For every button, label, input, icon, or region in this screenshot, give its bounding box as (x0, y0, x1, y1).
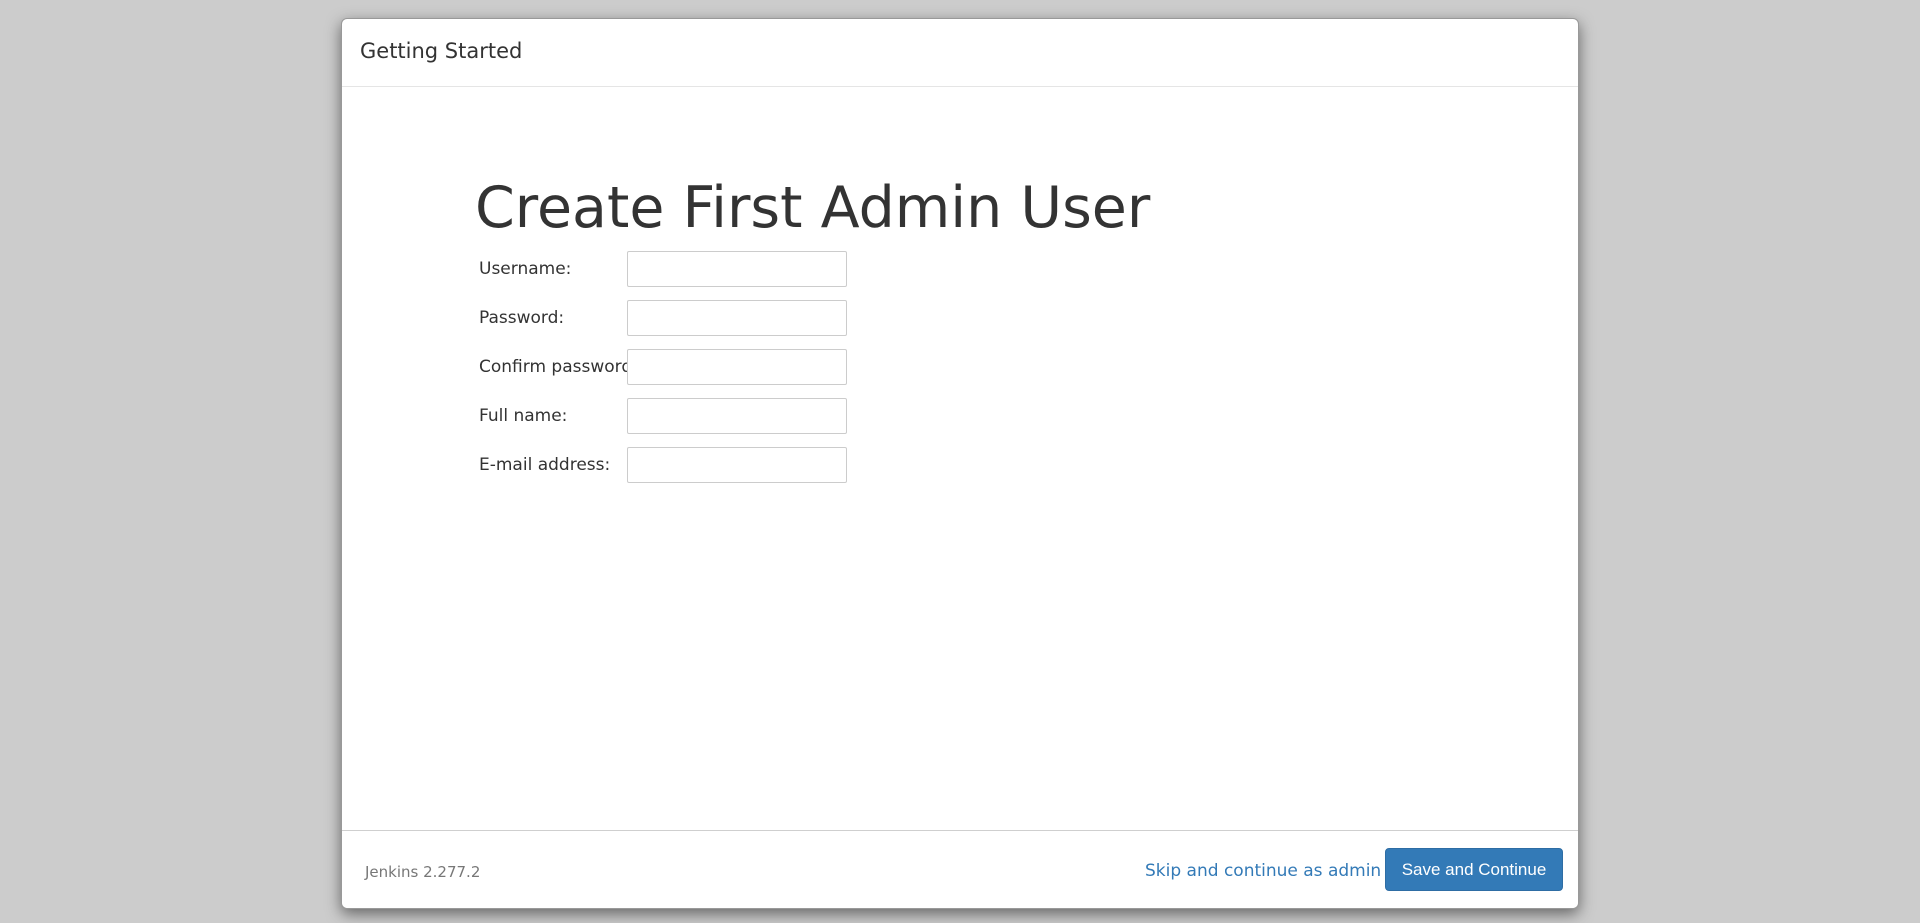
full-name-input[interactable] (627, 398, 847, 434)
full-name-label: Full name: (479, 406, 568, 426)
full-name-row: Full name: (479, 398, 879, 434)
confirm-password-label: Confirm password: (479, 357, 638, 377)
password-input[interactable] (627, 300, 847, 336)
save-and-continue-button[interactable]: Save and Continue (1385, 848, 1563, 891)
password-row: Password: (479, 300, 879, 336)
version-label: Jenkins 2.277.2 (365, 863, 481, 881)
password-label: Password: (479, 308, 565, 328)
dialog-body: Create First Admin User Username: Passwo… (342, 87, 1578, 849)
email-row: E-mail address: (479, 447, 879, 483)
page-heading: Create First Admin User (475, 175, 1151, 241)
email-input[interactable] (627, 447, 847, 483)
confirm-password-input[interactable] (627, 349, 847, 385)
dialog-footer: Jenkins 2.277.2 Skip and continue as adm… (342, 830, 1578, 908)
skip-continue-as-admin-link[interactable]: Skip and continue as admin (1145, 861, 1381, 881)
dialog-title: Getting Started (360, 39, 523, 63)
username-row: Username: (479, 251, 879, 287)
username-label: Username: (479, 259, 572, 279)
confirm-password-row: Confirm password: (479, 349, 879, 385)
username-input[interactable] (627, 251, 847, 287)
dialog-header: Getting Started (342, 19, 1578, 87)
email-label: E-mail address: (479, 455, 611, 475)
setup-wizard-dialog: Getting Started Create First Admin User … (341, 18, 1579, 909)
